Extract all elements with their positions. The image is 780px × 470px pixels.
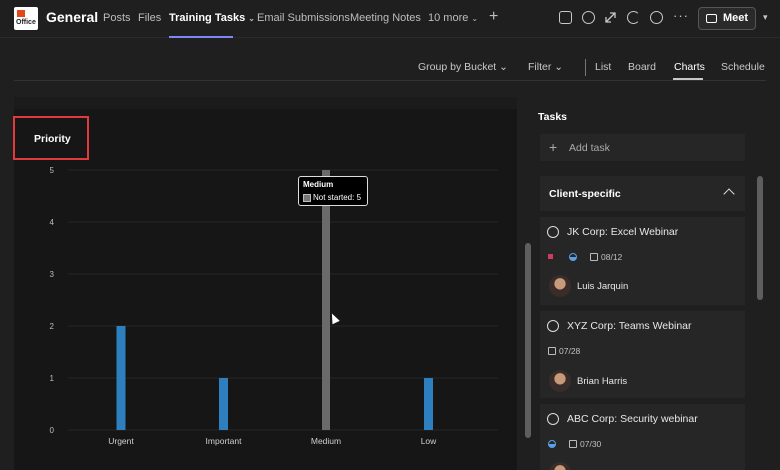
filter-label: Filter [528, 61, 552, 73]
avatar [549, 275, 571, 297]
chevron-down-icon: ⌄ [554, 61, 564, 73]
view-charts[interactable]: Charts [674, 61, 705, 73]
view-schedule[interactable]: Schedule [721, 61, 765, 73]
plus-icon: + [549, 139, 558, 155]
x-tick-label: Medium [311, 436, 341, 446]
chat-icon[interactable] [582, 11, 595, 24]
chevron-up-icon[interactable] [723, 188, 735, 200]
bucket-name: Client-specific [549, 188, 621, 200]
x-tick-label: Important [206, 436, 243, 446]
tasks-scrollbar[interactable] [757, 176, 763, 300]
chart-tooltip: Medium Not started: 5 [298, 176, 368, 206]
avatar [549, 370, 571, 392]
tooltip-value: Not started: 5 [313, 193, 362, 202]
assignee-name: Brian Harris [577, 376, 628, 387]
avatar [549, 462, 571, 470]
due-date: 08/12 [601, 252, 623, 262]
due-date: 07/30 [580, 439, 602, 449]
task-card[interactable]: XYZ Corp: Teams Webinar 07/28 Brian Harr… [540, 311, 745, 398]
complete-task-checkbox[interactable] [547, 320, 559, 332]
y-tick-label: 3 [50, 270, 55, 279]
task-card[interactable]: ABC Corp: Security webinar 07/30 [540, 404, 745, 470]
in-progress-icon [569, 253, 577, 261]
expand-icon[interactable] [604, 11, 617, 24]
meet-label: Meet [723, 12, 749, 24]
bar-urgent [116, 326, 126, 430]
y-tick-label: 2 [50, 322, 55, 331]
bar-medium [322, 170, 330, 430]
view-list[interactable]: List [595, 61, 611, 73]
complete-task-checkbox[interactable] [547, 413, 559, 425]
calendar-icon [569, 440, 577, 448]
bucket-header[interactable]: Client-specific [540, 176, 745, 211]
expand-glyph [605, 12, 616, 23]
complete-task-checkbox[interactable] [547, 226, 559, 238]
y-tick-label: 4 [50, 218, 55, 227]
y-tick-label: 0 [50, 426, 55, 435]
calendar-icon [548, 347, 556, 355]
toolbar-separator [585, 59, 586, 76]
task-title: XYZ Corp: Teams Webinar [567, 320, 692, 332]
task-title: JK Corp: Excel Webinar [567, 226, 679, 238]
chart-scrollbar[interactable] [525, 243, 531, 438]
meet-button[interactable]: Meet [698, 7, 756, 30]
due-date: 07/28 [559, 346, 581, 356]
more-options-icon[interactable]: ··· [673, 8, 689, 23]
x-tick-label: Urgent [108, 436, 134, 446]
camera-icon [706, 14, 717, 23]
urgent-priority-icon [548, 254, 553, 259]
calendar-icon [590, 253, 598, 261]
priority-bar-chart: 0 1 2 3 4 5 Urgent Important Medium Low [50, 166, 498, 446]
in-progress-icon [548, 440, 556, 448]
bar-low [424, 378, 433, 430]
tooltip-category: Medium [303, 180, 334, 189]
add-task-label: Add task [569, 142, 610, 154]
globe-icon[interactable] [650, 11, 663, 24]
y-tick-label: 1 [50, 374, 55, 383]
add-task-button[interactable]: + Add task [540, 134, 745, 161]
filter-dropdown[interactable]: Filter ⌄ [528, 61, 563, 73]
tasks-panel-title: Tasks [538, 111, 567, 123]
task-card[interactable]: JK Corp: Excel Webinar 08/12 Luis Jarqui… [540, 217, 745, 305]
bar-important [219, 378, 228, 430]
assignee-name: Luis Jarquin [577, 281, 629, 292]
tooltip-swatch [303, 194, 311, 202]
y-tick-label: 5 [50, 166, 55, 175]
meet-dropdown-icon[interactable]: ▾ [763, 12, 768, 23]
refresh-icon[interactable] [627, 11, 640, 24]
view-board[interactable]: Board [628, 61, 656, 73]
task-title: ABC Corp: Security webinar [567, 413, 698, 425]
conversation-icon[interactable] [559, 11, 572, 24]
x-tick-label: Low [421, 436, 437, 446]
